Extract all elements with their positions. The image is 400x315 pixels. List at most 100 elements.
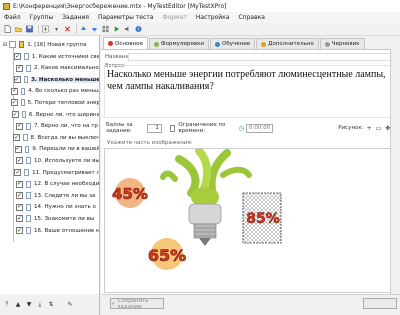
tree-item-checkbox[interactable]: [11, 111, 19, 118]
tree-item-checkbox[interactable]: [16, 192, 23, 200]
menu-settings[interactable]: Настройка: [196, 14, 230, 21]
tree-item[interactable]: 16. Ваше отношение к: [0, 225, 99, 236]
tree-item-label: 8. Всегда ли вы выключ: [30, 134, 100, 141]
toolbar-separator: [76, 24, 77, 34]
menu-help[interactable]: Справка: [238, 14, 264, 21]
score-spinner[interactable]: 1: [147, 123, 162, 133]
tree-item[interactable]: 4. Во сколько раз меньш: [0, 86, 99, 97]
move-up-icon[interactable]: [79, 25, 88, 34]
question-icon: [21, 87, 26, 95]
time-input[interactable]: 0:00:00: [245, 123, 274, 133]
save-icon[interactable]: [25, 25, 34, 34]
window-title: E:\Конференция\Энергосбережение.mtx - My…: [13, 2, 227, 10]
paste-picture-icon[interactable]: ▭: [376, 125, 382, 132]
tree-item-checkbox[interactable]: [16, 180, 23, 188]
add-picture-icon[interactable]: +: [367, 125, 372, 132]
tree-item[interactable]: 10. Используете ли вы: [0, 155, 99, 166]
score-label: Баллы за задание:: [106, 122, 133, 134]
tree-item[interactable]: 3. Насколько меньше: [0, 74, 99, 85]
check-icon: ✓: [111, 300, 116, 307]
tree-item[interactable]: 9. Перешли ли в вашей: [0, 144, 99, 155]
tree-item-checkbox[interactable]: [13, 134, 21, 142]
tree-item-checkbox[interactable]: [10, 99, 18, 107]
tab-learning-label: Обучение: [222, 41, 251, 47]
tree-item[interactable]: 2. Какое максимально: [0, 63, 99, 74]
question-icon: [26, 180, 31, 188]
play-icon[interactable]: [112, 25, 121, 34]
move-up-icon[interactable]: ▲: [14, 301, 22, 309]
time-limit-checkbox[interactable]: [169, 124, 176, 132]
tree-item[interactable]: 7. Верно ли, что на тр: [0, 121, 99, 132]
tab-learning[interactable]: Обучение: [210, 38, 256, 49]
tree-item[interactable]: 14. Нужно ли знать о: [0, 202, 99, 213]
question-icon: [26, 64, 31, 72]
editor-tabs: Основное Формулировки Обучение Дополните…: [101, 36, 400, 49]
secondary-button[interactable]: [363, 298, 397, 309]
menu-groups[interactable]: Группы: [30, 14, 54, 21]
name-input[interactable]: [128, 53, 396, 61]
tab-formulations[interactable]: Формулировки: [148, 38, 209, 49]
group-checkbox[interactable]: [9, 41, 17, 48]
tree-item[interactable]: 13. Следите ли вы за: [0, 190, 99, 201]
save-task-button[interactable]: ✓ Сохранить задание: [110, 298, 164, 310]
tab-additional[interactable]: Дополнительно: [256, 38, 319, 49]
menu-tasks[interactable]: Задания: [62, 14, 89, 21]
tree-item[interactable]: 6. Верно ли, что ширина: [0, 109, 99, 120]
tree-item[interactable]: 8. Всегда ли вы выключ: [0, 132, 100, 143]
menu-file[interactable]: Файл: [4, 14, 21, 21]
tree-item-checkbox[interactable]: [14, 145, 22, 153]
percent-65-image: 65%: [148, 238, 186, 270]
question-icon: [23, 134, 28, 142]
menu-format[interactable]: Формат: [162, 14, 186, 21]
tree-item[interactable]: 1. Какие источники све: [0, 51, 100, 62]
edit-icon[interactable]: ✎: [66, 301, 74, 309]
question-icon: [26, 203, 31, 211]
tree-item-checkbox[interactable]: [16, 122, 23, 130]
tree-item[interactable]: 11. Предусматривает л: [0, 167, 99, 178]
selected-area[interactable]: 85%: [242, 192, 282, 244]
collapse-icon[interactable]: ⊟: [3, 42, 7, 48]
tab-formulations-label: Формулировки: [160, 41, 204, 47]
menu-test-params[interactable]: Параметры теста: [98, 14, 154, 21]
move-down-icon[interactable]: ▼: [25, 301, 33, 309]
percent-label-65: 65%: [148, 246, 186, 265]
new-icon[interactable]: [3, 25, 12, 34]
tree-group[interactable]: ⊟ 1. [16] Новая группа: [0, 39, 99, 50]
question-icon: [26, 157, 31, 165]
tree-item-checkbox[interactable]: [14, 169, 22, 176]
move-bottom-icon[interactable]: ⤓: [36, 301, 44, 309]
score-row: Баллы за задание: 1 Ограничение по време…: [101, 121, 400, 135]
sound-icon[interactable]: [123, 25, 132, 34]
tree-item-checkbox[interactable]: [16, 215, 23, 223]
toggle-icon[interactable]: ⇅: [47, 301, 55, 309]
tree-item-checkbox[interactable]: [14, 53, 22, 60]
task-tree: ⊟ 1. [16] Новая группа 1. Какие источник…: [0, 36, 100, 294]
move-top-icon[interactable]: ⤒: [3, 301, 11, 309]
tree-item-checkbox[interactable]: [16, 64, 23, 72]
add-task-icon[interactable]: [41, 25, 50, 34]
app-icon: [3, 2, 10, 10]
tree-item-checkbox[interactable]: [16, 203, 23, 211]
open-folder-icon[interactable]: [14, 25, 23, 34]
tree-item[interactable]: 12. В случае необходи: [0, 179, 99, 190]
tree-item-checkbox[interactable]: [11, 87, 19, 95]
move-down-icon[interactable]: [90, 25, 99, 34]
editor-bottom-bar: ✓ Сохранить задание: [101, 294, 400, 315]
question-icon: [26, 227, 31, 234]
tree-item-checkbox[interactable]: [13, 76, 21, 84]
tree-item-checkbox[interactable]: [16, 227, 23, 234]
tree-item-checkbox[interactable]: [16, 157, 23, 165]
group-label: 1. [16] Новая группа: [27, 41, 87, 48]
tree-item[interactable]: 15. Знакомите ли вы: [0, 213, 99, 224]
image-canvas[interactable]: 45% 65% 85%: [104, 147, 397, 293]
tree-item-label: 1. Какие источники све: [31, 53, 100, 60]
tree-item[interactable]: 5. Потери тепловой энер: [0, 97, 99, 108]
question-icon: [21, 111, 26, 118]
help-icon[interactable]: ?: [134, 25, 143, 34]
grid-icon[interactable]: [101, 25, 110, 34]
delete-icon[interactable]: [63, 25, 72, 34]
tab-main[interactable]: Основное: [103, 37, 148, 49]
dropdown-arrow-icon[interactable]: ▾: [52, 25, 61, 34]
tab-draft[interactable]: Черновик: [319, 38, 365, 49]
question-text[interactable]: Насколько меньше энергии потребляют люми…: [107, 69, 395, 93]
